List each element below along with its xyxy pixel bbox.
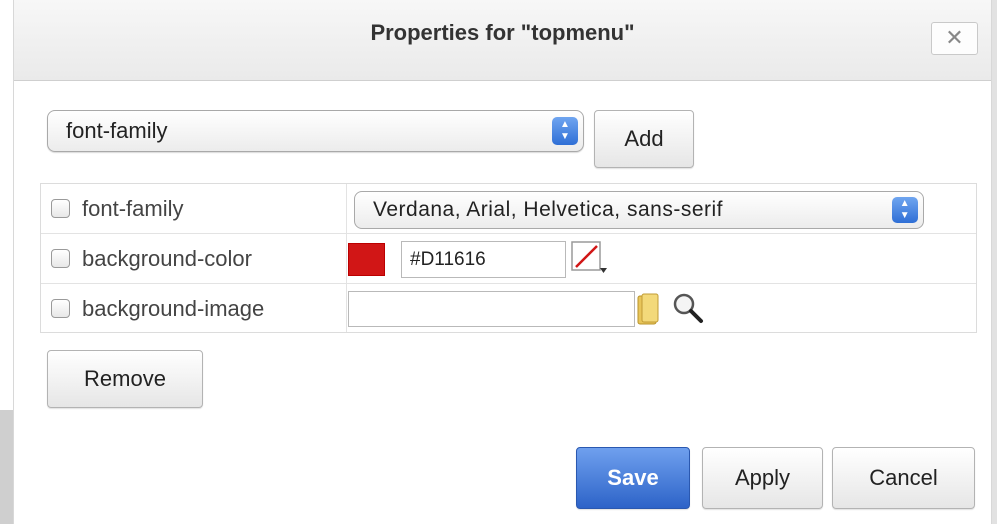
save-button[interactable]: Save [576,447,690,509]
properties-table: font-family Verdana, Arial, Helvetica, s… [40,183,977,333]
remove-button[interactable]: Remove [47,350,203,408]
image-path-input[interactable] [348,291,635,327]
background-right [992,0,997,524]
dialog-title: Properties for "topmenu" [370,20,635,45]
select-arrows-icon: ▲ ▼ [892,197,918,223]
magnifier-icon[interactable] [671,290,705,326]
property-select[interactable]: font-family ▲ ▼ [47,110,584,152]
add-button[interactable]: Add [594,110,694,168]
close-icon: ✕ [945,25,964,50]
font-family-checkbox[interactable] [51,199,70,218]
font-family-select[interactable]: Verdana, Arial, Helvetica, sans-serif ▲ ▼ [354,191,924,229]
property-select-value: font-family [66,118,168,143]
table-row: background-image [41,284,976,334]
property-name: background-color [82,246,252,271]
apply-button[interactable]: Apply [702,447,823,509]
property-name: background-image [82,296,265,321]
property-name: font-family [82,196,184,221]
color-hex-input[interactable]: #D11616 [401,241,566,278]
cancel-button[interactable]: Cancel [832,447,975,509]
background-color-checkbox[interactable] [51,249,70,268]
table-row: background-color #D11616 [41,234,976,284]
folder-icon[interactable] [636,292,660,326]
background-panel [0,410,13,524]
dialog-titlebar: Properties for "topmenu" ✕ [14,0,991,81]
font-family-value: Verdana, Arial, Helvetica, sans-serif [373,198,723,221]
select-arrows-icon: ▲ ▼ [552,117,578,145]
table-row: font-family Verdana, Arial, Helvetica, s… [41,184,976,234]
properties-dialog: Properties for "topmenu" ✕ font-family ▲… [13,0,992,524]
close-button[interactable]: ✕ [931,22,978,55]
background-image-checkbox[interactable] [51,299,70,318]
no-color-icon[interactable] [570,240,608,276]
color-swatch[interactable] [348,243,385,276]
